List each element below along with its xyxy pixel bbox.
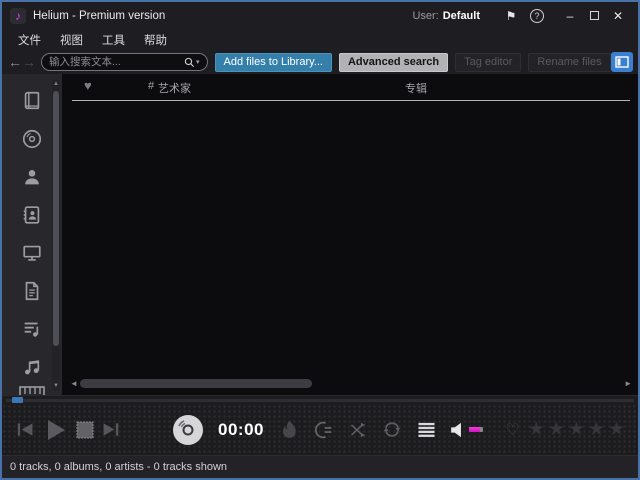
search-input[interactable] [49,56,184,68]
user-label: User: [412,9,439,22]
seek-thumb[interactable] [12,397,23,403]
seek-bar[interactable] [2,395,638,404]
volume-slider[interactable] [468,427,484,432]
next-button[interactable] [101,421,120,438]
disc-art-icon[interactable] [172,414,204,446]
scroll-right-icon[interactable]: ► [622,379,632,388]
search-caret-icon: ▾ [196,59,200,66]
tag-editor-button: Tag editor [455,52,522,72]
content-area: ♥ # 艺术家 专辑 ◄ ► [62,74,638,395]
favorite-column-heart-icon[interactable]: ♥ [84,78,92,93]
search-box[interactable]: ▾ [41,53,208,71]
back-icon[interactable]: ← [8,52,22,72]
user-value[interactable]: Default [443,10,480,22]
flag-icon[interactable]: ⚑ [500,9,522,23]
menu-help[interactable]: 帮助 [142,32,169,48]
main-area: ▲ ▼ ♥ # 艺术家 专辑 ◄ ► [2,74,638,395]
monitor-icon[interactable] [15,234,49,272]
previous-button[interactable] [16,421,35,438]
playlist-icon[interactable] [15,310,49,348]
play-queue-icon[interactable] [314,421,334,439]
elapsed-time: 00:00 [218,419,264,439]
add-files-button[interactable]: Add files to Library... [214,52,332,72]
horizontal-scrollbar-track[interactable] [80,378,622,388]
layout-right-panel-button[interactable] [636,52,640,72]
library-book-icon[interactable] [15,82,49,120]
toolbar: ← → ▾ Add files to Library... Advanced s… [2,50,640,74]
menu-bar: 文件 视图 工具 帮助 [2,29,638,50]
play-button[interactable] [42,418,68,442]
shuffle-icon[interactable] [349,422,367,438]
list-icon[interactable] [417,422,436,438]
horizontal-scrollbar[interactable]: ◄ ► [70,376,632,390]
favorite-heart-icon[interactable]: ♡ [505,420,519,440]
scroll-up-icon[interactable]: ▲ [53,80,59,89]
rename-files-button: Rename files [528,52,611,72]
panel-toggles [610,52,640,72]
disc-icon[interactable] [15,120,49,158]
sidebar-scrollbar-thumb[interactable] [53,91,59,346]
menu-file[interactable]: 文件 [16,32,43,48]
player-bar: 00:00 ♡ ★★★★★ [2,404,638,455]
star-icon[interactable]: ★ [608,419,628,440]
star-icon[interactable]: ★ [548,419,568,440]
volume-fill [468,427,481,432]
stop-button[interactable] [75,420,95,440]
music-notes-icon[interactable] [15,348,49,386]
scroll-down-icon[interactable]: ▼ [53,382,59,391]
search-icon[interactable]: ▾ [184,57,200,68]
star-icon[interactable]: ★ [568,419,588,440]
star-icon[interactable]: ★ [528,419,548,440]
rating-stars[interactable]: ★★★★★ [528,418,628,441]
number-column-header[interactable]: # [148,80,154,92]
horizontal-scrollbar-thumb[interactable] [80,378,312,388]
window-title: Helium - Premium version [33,9,166,22]
app-icon: ♪ [10,7,26,24]
sidebar: ▲ ▼ [2,74,62,395]
app-window: ♪ Helium - Premium version User: Default… [0,0,640,480]
speaker-icon[interactable] [450,422,463,438]
artist-icon[interactable] [15,158,49,196]
maximize-icon [589,10,599,20]
layout-left-panel-button[interactable] [610,52,633,72]
advanced-search-button[interactable]: Advanced search [338,52,449,72]
forward-icon[interactable]: → [22,52,36,72]
album-column-header[interactable]: 专辑 [405,80,427,96]
star-icon[interactable]: ★ [588,419,608,440]
sidebar-scrollbar[interactable]: ▲ ▼ [52,80,60,391]
scroll-left-icon[interactable]: ◄ [70,379,80,388]
menu-view[interactable]: 视图 [58,32,85,48]
track-list-empty[interactable] [62,101,638,376]
library-stats: 0 tracks, 0 albums, 0 artists - 0 tracks… [10,461,228,473]
menu-tools[interactable]: 工具 [100,32,127,48]
keyboard-icon[interactable] [15,386,49,395]
table-header: ♥ # 艺术家 专辑 [72,74,630,101]
seek-track[interactable] [6,399,634,402]
minimize-button[interactable]: – [558,6,582,26]
artist-column-header[interactable]: 艺术家 [158,80,191,96]
close-button[interactable]: ✕ [606,6,630,26]
title-bar: ♪ Helium - Premium version User: Default… [2,2,638,29]
repeat-icon[interactable] [382,421,402,438]
contacts-icon[interactable] [15,196,49,234]
document-icon[interactable] [15,272,49,310]
help-icon[interactable]: ? [530,8,544,23]
status-bar: 0 tracks, 0 albums, 0 artists - 0 tracks… [2,455,638,478]
maximize-button[interactable] [582,6,606,26]
flame-icon[interactable] [280,419,298,441]
